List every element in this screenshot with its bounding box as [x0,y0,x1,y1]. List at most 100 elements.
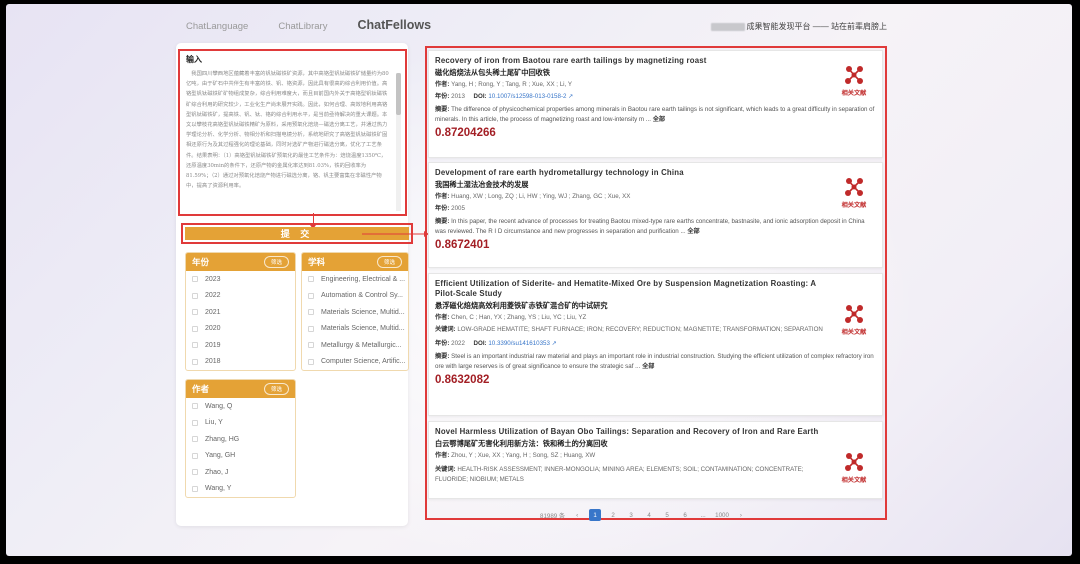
similarity-score: 0.8672401 [435,239,490,251]
result-abstract: 摘要: The difference of physicochemical pr… [435,105,876,125]
checkbox[interactable] [192,292,198,299]
checkbox[interactable] [192,419,198,426]
filter-option[interactable]: 2018 [186,354,295,371]
filter-author-button[interactable]: 筛选 [263,383,289,395]
filter-option[interactable]: 2020 [186,321,295,338]
show-all-link[interactable]: 全部 [642,363,654,370]
scrollbar-thumb[interactable] [396,73,401,115]
result-authors: 作者: Huang, XW ; Long, ZQ ; Li, HW ; Ying… [435,192,876,202]
related-papers-button[interactable]: 相关文献 [834,63,874,97]
result-title-en[interactable]: Novel Harmless Utilization of Bayan Obo … [435,427,876,437]
filter-option[interactable]: Metallurgy & Metallurgic... [302,337,408,354]
filter-option[interactable]: Zhao, J [186,464,295,481]
checkbox[interactable] [192,276,198,283]
checkbox[interactable] [308,276,314,283]
checkbox[interactable] [192,342,198,349]
annotation-arrow-right [362,231,429,237]
show-all-link[interactable]: 全部 [653,116,665,123]
filter-option[interactable]: Liu, Y [186,415,295,432]
checkbox[interactable] [192,358,198,365]
checkbox[interactable] [308,309,314,316]
page-ellipsis[interactable]: ... [697,509,709,521]
related-papers-button[interactable]: 相关文献 [834,175,874,209]
checkbox[interactable] [308,342,314,349]
filter-option[interactable]: 2022 [186,288,295,305]
page-button[interactable]: 3 [625,509,637,521]
page-button[interactable]: 5 [661,509,673,521]
filter-option[interactable]: Zhang, HG [186,431,295,448]
result-card[interactable]: Recovery of iron from Baotou rare earth … [428,50,883,158]
filter-option[interactable]: 2021 [186,304,295,321]
checkbox[interactable] [192,325,198,332]
related-papers-button[interactable]: 相关文献 [834,450,874,484]
filter-option[interactable]: Engineering, Electrical & ... [302,271,408,288]
nav-chatlanguage[interactable]: ChatLanguage [186,21,248,32]
prev-page-button[interactable]: ‹ [571,509,583,521]
checkbox[interactable] [308,325,314,332]
filter-option[interactable]: Wang, Q [186,398,295,415]
page-button[interactable]: 6 [679,509,691,521]
nav-chatfellows[interactable]: ChatFellows [357,18,431,32]
nav-chatlibrary[interactable]: ChatLibrary [278,21,327,32]
network-icon [845,178,863,196]
filter-option-label: Materials Science, Multid... [321,308,405,316]
filter-option-label: Materials Science, Multid... [321,325,405,333]
page-button[interactable]: 1 [589,509,602,521]
doi-link[interactable]: 10.1007/s12598-013-0158-2 ↗ [488,93,573,100]
abstract-label: 摘要: [435,353,450,360]
query-input-box[interactable]: 输入 我国四川攀西地区蕴藏着丰富的钒钛磁铁矿资源，其中高铬型钒钛磁铁矿储量约为8… [178,49,407,216]
filter-author-header: 作者 筛选 [186,380,295,398]
show-all-link[interactable]: 全部 [687,228,699,235]
filter-option[interactable]: Computer Science, Artific... [302,354,408,371]
checkbox[interactable] [192,436,198,443]
result-authors: 作者: Yang, H ; Rong, Y ; Tang, R ; Xue, X… [435,80,876,90]
query-textarea[interactable]: 我国四川攀西地区蕴藏着丰富的钒钛磁铁矿资源，其中高铬型钒钛磁铁矿储量约为80亿吨… [186,69,399,215]
checkbox[interactable] [308,292,314,299]
page-button[interactable]: 1000 [715,509,729,521]
checkbox[interactable] [192,485,198,492]
platform-slogan: 成果智能发现平台 —— 站在前辈肩膀上 [710,21,887,32]
filter-subject-button[interactable]: 筛选 [376,256,402,268]
result-card[interactable]: Efficient Utilization of Siderite- and H… [428,273,883,416]
abstract-label: 摘要: [435,218,450,225]
related-papers-button[interactable]: 相关文献 [834,302,874,336]
result-authors: 作者: Chen, C ; Han, YX ; Zhang, YS ; Liu,… [435,313,876,323]
result-abstract: 摘要: In this paper, the recent advance of… [435,217,876,237]
filter-option[interactable]: Automation & Control Sy... [302,288,408,305]
filter-subject-header: 学科 筛选 [302,253,408,271]
checkbox[interactable] [308,358,314,365]
related-papers-label: 相关文献 [841,90,867,97]
page-button[interactable]: 2 [607,509,619,521]
similarity-score: 0.87204266 [435,127,496,139]
checkbox[interactable] [192,452,198,459]
filter-option[interactable]: Wang, Y [186,481,295,498]
top-nav: ChatLanguage ChatLibrary ChatFellows [186,18,431,32]
filter-option[interactable]: Yang, GH [186,448,295,465]
page-button[interactable]: 4 [643,509,655,521]
doi-link[interactable]: 10.3390/su141610353 ↗ [488,340,557,347]
filter-option[interactable]: 2019 [186,337,295,354]
similarity-score: 0.8632082 [435,374,490,386]
filter-option[interactable]: 2023 [186,271,295,288]
pagination: 81989 条 ‹ 1 2 3 4 5 6 ... 1000 › [540,509,747,521]
result-total: 81989 条 [540,512,566,520]
checkbox[interactable] [192,469,198,476]
filter-year-button[interactable]: 筛选 [263,256,289,268]
result-title-en[interactable]: Efficient Utilization of Siderite- and H… [435,279,876,299]
checkbox[interactable] [192,309,198,316]
textarea-scrollbar[interactable] [396,73,401,211]
result-title-en[interactable]: Recovery of iron from Baotou rare earth … [435,56,876,66]
checkbox[interactable] [192,403,198,410]
filter-subject: 学科 筛选 Engineering, Electrical & ... Auto… [301,252,409,371]
result-authors: 作者: Zhou, Y ; Xue, XX ; Yang, H ; Song, … [435,451,876,461]
result-title-en[interactable]: Development of rare earth hydrometallurg… [435,168,876,178]
next-page-button[interactable]: › [735,509,747,521]
network-icon [845,305,863,323]
filter-option-label: Wang, Q [205,402,233,410]
result-card[interactable]: Novel Harmless Utilization of Bayan Obo … [428,421,883,499]
authors-label: 作者: [435,81,450,88]
platform-text: 成果智能发现平台 —— 站在前辈肩膀上 [746,22,887,31]
result-card[interactable]: Development of rare earth hydrometallurg… [428,162,883,268]
filter-option[interactable]: Materials Science, Multid... [302,321,408,338]
filter-option[interactable]: Materials Science, Multid... [302,304,408,321]
